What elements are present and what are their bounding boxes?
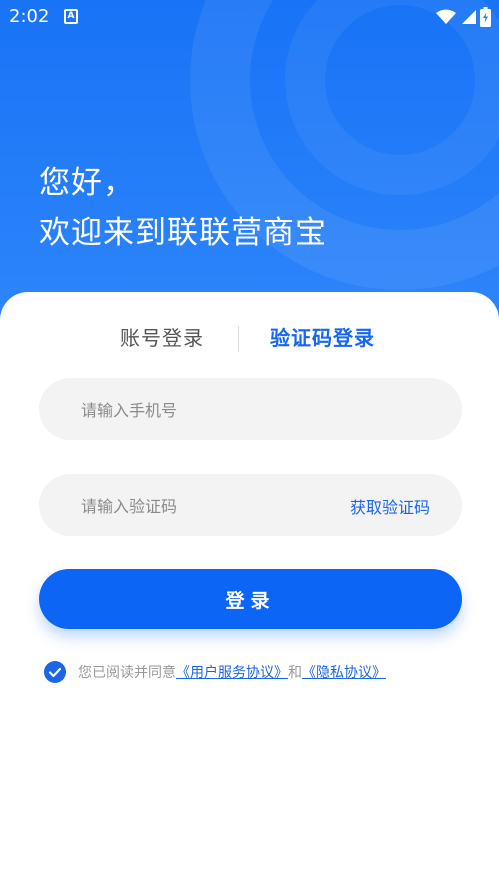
status-time: 2:02 (9, 6, 50, 27)
header-banner: 2:02 A 您好， 欢迎来到联联营商宝 (0, 0, 499, 340)
code-field: 获取验证码 (39, 474, 462, 538)
agreement-row: 您已阅读并同意 《用户服务协议》 和 《隐私协议》 (44, 660, 386, 684)
privacy-policy-link[interactable]: 《隐私协议》 (302, 662, 386, 682)
tab-account-login[interactable]: 账号登录 (120, 322, 204, 351)
check-icon (48, 667, 62, 678)
agreement-connector: 和 (288, 665, 302, 681)
signal-icon (462, 10, 476, 24)
tab-divider (238, 326, 239, 352)
code-input[interactable] (79, 474, 343, 538)
battery-icon (480, 7, 491, 27)
status-icons (436, 6, 491, 28)
login-button[interactable]: 登录 (39, 569, 462, 629)
app-notification-icon: A (64, 9, 78, 24)
login-tabs: 账号登录 验证码登录 (0, 322, 499, 356)
wifi-icon (436, 9, 456, 24)
greeting: 您好， 欢迎来到联联营商宝 (39, 158, 327, 258)
phone-field (39, 378, 462, 442)
agreement-checkbox[interactable] (44, 661, 66, 683)
greeting-line-1: 您好， (39, 165, 135, 201)
phone-input[interactable] (79, 378, 343, 442)
agreement-prefix: 您已阅读并同意 (78, 665, 176, 681)
user-agreement-link[interactable]: 《用户服务协议》 (176, 662, 288, 682)
get-code-button[interactable]: 获取验证码 (350, 494, 430, 518)
tab-code-login[interactable]: 验证码登录 (270, 322, 375, 351)
greeting-line-2: 欢迎来到联联营商宝 (39, 215, 327, 251)
status-bar: 2:02 A (0, 0, 499, 36)
